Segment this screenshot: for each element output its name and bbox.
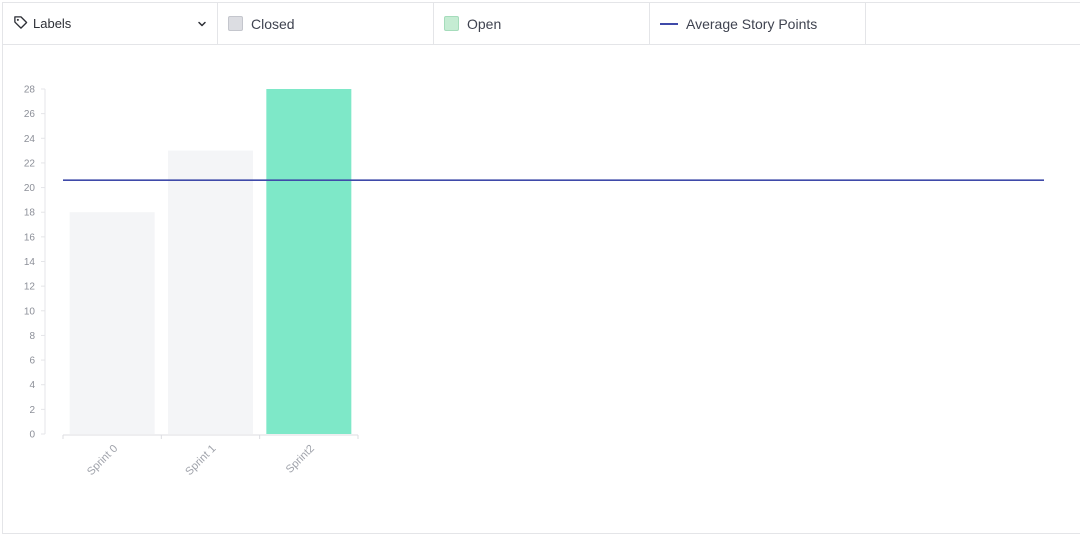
x-tick-label: Sprint2: [284, 443, 317, 476]
closed-swatch: [228, 16, 243, 31]
y-tick-label: 2: [29, 405, 35, 416]
y-tick-label: 26: [24, 109, 36, 120]
bar-closed: [69, 212, 155, 434]
y-tick-label: 4: [29, 380, 35, 391]
tag-icon: [13, 15, 28, 33]
chart-panel: Labels Closed Open Average Story Points …: [2, 2, 1080, 534]
y-tick-label: 24: [24, 134, 36, 145]
y-tick-label: 8: [29, 331, 35, 342]
y-tick-label: 16: [24, 232, 36, 243]
y-tick-label: 28: [24, 85, 36, 96]
legend-item-closed[interactable]: Closed: [218, 3, 434, 44]
y-tick-label: 14: [24, 257, 36, 268]
chevron-down-icon: [197, 16, 207, 32]
average-line-swatch: [660, 22, 678, 25]
legend-closed-label: Closed: [251, 15, 295, 32]
legend-item-open[interactable]: Open: [434, 3, 650, 44]
y-tick-label: 12: [24, 282, 36, 293]
legend-open-label: Open: [467, 15, 502, 32]
y-tick-label: 10: [24, 306, 36, 317]
chart-toolbar: Labels Closed Open Average Story Points: [3, 3, 1080, 45]
y-tick-label: 20: [24, 183, 36, 194]
bar-open: [266, 89, 352, 434]
legend-average-label: Average Story Points: [686, 15, 818, 32]
x-tick-label: Sprint 0: [85, 443, 120, 478]
story-points-chart: 0246810121416182022242628Sprint 0 Sprint …: [24, 85, 1044, 478]
labels-dropdown-label: Labels: [33, 16, 72, 31]
x-tick-label: Sprint 1: [183, 443, 218, 478]
y-tick-label: 18: [24, 208, 36, 219]
open-swatch: [444, 16, 459, 31]
labels-dropdown[interactable]: Labels: [3, 3, 218, 44]
chart-area: 0 2 4 6 8 10 12 14 16 18 20 22 24 26 28 Sprint 0 Sprint …: [3, 45, 1079, 538]
bar-closed: [168, 150, 253, 434]
y-tick-label: 6: [29, 356, 35, 367]
legend-item-average[interactable]: Average Story Points: [650, 3, 866, 44]
y-tick-label: 22: [24, 158, 36, 169]
y-tick-label: 0: [29, 430, 35, 441]
